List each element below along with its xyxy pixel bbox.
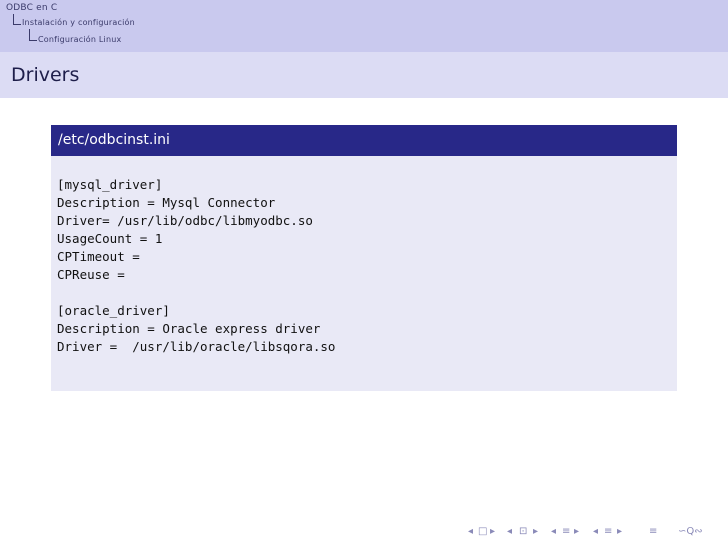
subsection-icon[interactable]: ⊡ — [519, 526, 527, 537]
align-icon[interactable]: ≡ — [649, 526, 657, 537]
code-line: [mysql_driver] — [57, 177, 163, 192]
tree-connector — [13, 14, 21, 25]
section-lines-icon[interactable]: ≡ — [604, 526, 612, 537]
frame-title: Drivers — [11, 64, 80, 86]
next-frame-icon[interactable]: ▸ — [533, 526, 538, 537]
code-line: CPTimeout = — [57, 249, 140, 264]
code-line: Description = Mysql Connector — [57, 195, 276, 210]
prev-subsection-icon[interactable]: ◂ — [551, 526, 556, 537]
prev-section-icon[interactable]: ▸ — [574, 526, 579, 537]
code-line: Description = Oracle express driver — [57, 321, 321, 336]
frame-icon[interactable]: □ — [478, 526, 487, 537]
slide: ODBC en C Instalación y configuración Co… — [0, 0, 728, 546]
next-section-icon[interactable]: ▸ — [617, 526, 622, 537]
prev-frame-icon[interactable]: ▸ — [490, 526, 495, 537]
section-icon[interactable]: ◂ — [593, 526, 598, 537]
frame-title-bar — [0, 52, 728, 98]
breadcrumb-subsubsection[interactable]: Configuración Linux — [38, 35, 121, 44]
slide-icon[interactable]: ◂ — [507, 526, 512, 537]
first-frame-icon[interactable]: ◂ — [468, 526, 473, 537]
code-line: UsageCount = 1 — [57, 231, 163, 246]
breadcrumb-subsection[interactable]: Instalación y configuración — [22, 18, 135, 27]
search-icon[interactable]: ∽Q∾ — [678, 526, 703, 537]
breadcrumb-section[interactable]: ODBC en C — [6, 3, 57, 13]
next-subsection-icon[interactable]: ≡ — [562, 526, 570, 537]
code-line: Driver = /usr/lib/oracle/libsqora.so — [57, 339, 336, 354]
code-line: [oracle_driver] — [57, 303, 170, 318]
code-line: Driver= /usr/lib/odbc/libmyodbc.so — [57, 213, 313, 228]
block-title: /etc/odbcinst.ini — [58, 132, 170, 148]
tree-connector — [29, 29, 37, 41]
code-line: CPReuse = — [57, 267, 125, 282]
